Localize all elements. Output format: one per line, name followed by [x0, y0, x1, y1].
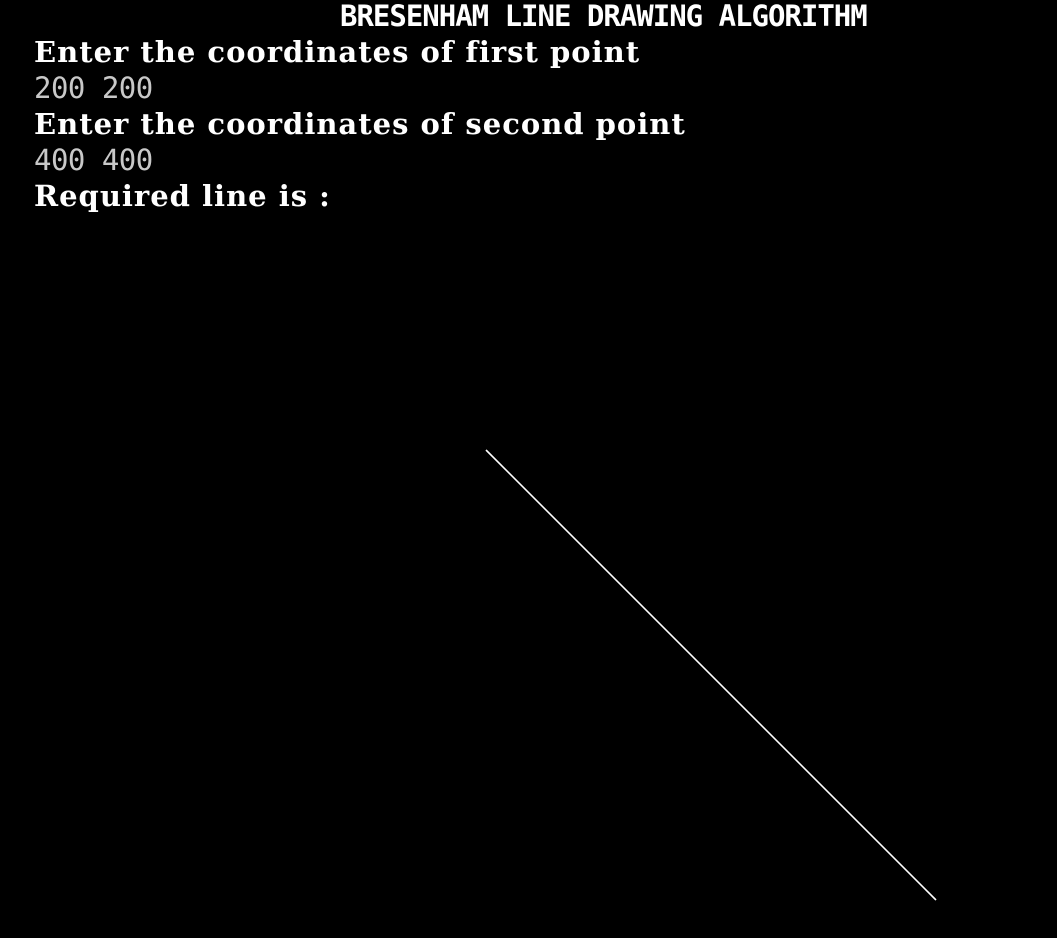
bresenham-line — [485, 449, 937, 901]
graphics-screen: BRESENHAM LINE DRAWING ALGORITHM Enter t… — [0, 0, 1057, 938]
drawing-canvas — [485, 449, 937, 901]
